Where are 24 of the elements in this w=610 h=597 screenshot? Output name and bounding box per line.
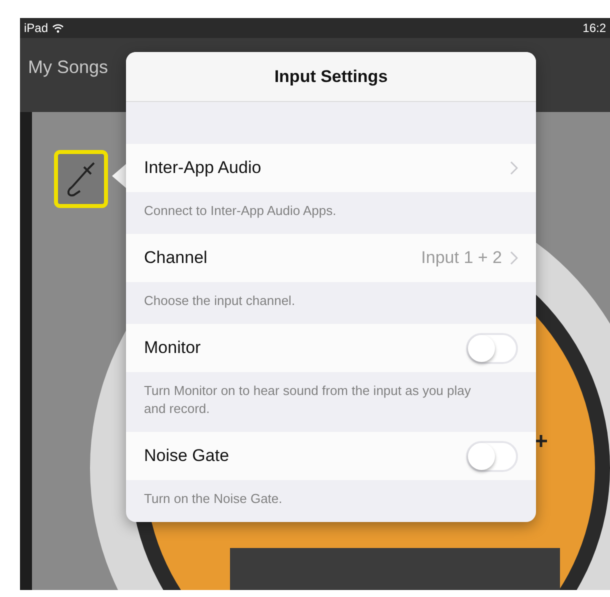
chevron-icon [510, 251, 518, 265]
popover-title: Input Settings [274, 66, 388, 88]
row-footer: Turn on the Noise Gate. [126, 480, 536, 522]
row-label: Noise Gate [144, 445, 230, 468]
input-button[interactable] [54, 150, 108, 208]
chevron-icon [510, 161, 518, 175]
settings-row[interactable]: Monitor [126, 324, 536, 372]
row-footer: Turn Monitor on to hear sound from the input as you play and record. [126, 372, 536, 432]
wifi-icon [52, 24, 64, 32]
device-name: iPad [24, 20, 48, 37]
settings-row[interactable]: Channel Input 1 + 2 [126, 234, 536, 282]
status-time: 16:2 [582, 20, 606, 37]
toggle-switch[interactable] [466, 332, 518, 364]
row-label: Channel [144, 247, 208, 270]
back-button[interactable]: My Songs [28, 54, 108, 81]
row-value: Input 1 + 2 [421, 247, 502, 270]
row-footer: Connect to Inter-App Audio Apps. [126, 192, 536, 234]
settings-row[interactable]: Noise Gate [126, 432, 536, 480]
toggle-switch[interactable] [466, 440, 518, 472]
row-label: Monitor [144, 337, 201, 360]
settings-row[interactable]: Inter-App Audio [126, 144, 536, 192]
row-label: Inter-App Audio [144, 157, 262, 180]
row-footer: Choose the input channel. [126, 282, 536, 324]
plus-icon [534, 434, 548, 448]
